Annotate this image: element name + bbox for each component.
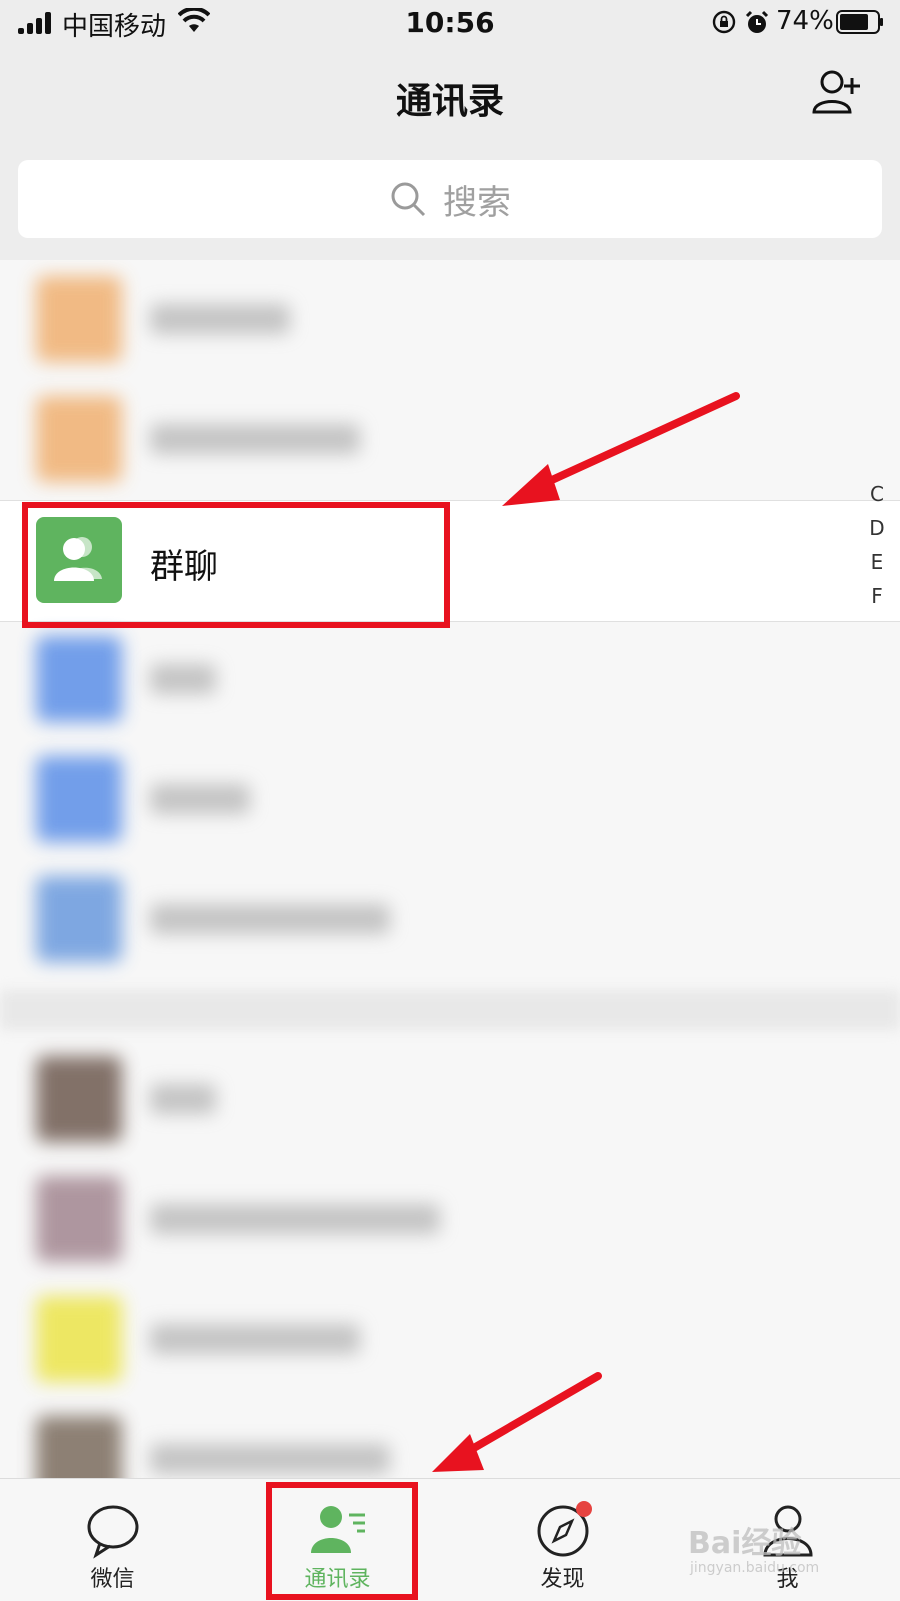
rotation-lock-icon	[712, 10, 736, 34]
avatar	[36, 1176, 122, 1262]
chat-bubble-icon	[87, 1505, 139, 1559]
index-letter[interactable]: E	[862, 550, 892, 574]
tab-chats[interactable]: 微信	[0, 1479, 225, 1601]
section-header	[0, 990, 900, 1030]
page-title: 通讯录	[395, 81, 504, 122]
avatar	[36, 876, 122, 962]
contact-list[interactable]: 群聊	[0, 260, 900, 1478]
list-item[interactable]	[0, 860, 900, 980]
avatar	[36, 1056, 122, 1142]
add-contact-icon[interactable]	[808, 64, 864, 120]
avatar	[36, 396, 122, 482]
search-icon	[391, 182, 426, 217]
search-placeholder: 搜索	[443, 182, 511, 223]
highlight-box	[266, 1482, 418, 1600]
list-item[interactable]	[0, 1400, 900, 1478]
list-item[interactable]	[0, 1040, 900, 1160]
alarm-icon	[745, 10, 769, 33]
list-item[interactable]	[0, 620, 900, 740]
index-letter[interactable]: D	[862, 516, 892, 540]
status-bar: 中国移动 10:56 74%	[0, 0, 900, 46]
battery-percentage: 74%	[776, 6, 834, 36]
watermark: Bai经验	[688, 1526, 802, 1561]
tab-label: 发现	[540, 1567, 585, 1592]
list-item[interactable]	[0, 260, 900, 380]
search-bar[interactable]: 搜索	[18, 160, 882, 238]
avatar	[36, 1296, 122, 1382]
nav-bar: 通讯录	[0, 46, 900, 150]
highlight-box	[22, 502, 450, 628]
list-item[interactable]	[0, 380, 900, 500]
notification-badge	[576, 1501, 592, 1517]
avatar	[36, 276, 122, 362]
tab-label: 微信	[90, 1567, 135, 1592]
battery-icon	[836, 10, 883, 34]
avatar	[36, 1416, 122, 1478]
avatar	[36, 636, 122, 722]
index-letter[interactable]: C	[862, 482, 892, 506]
tab-discover[interactable]: 发现	[450, 1479, 675, 1601]
avatar	[36, 756, 122, 842]
list-item[interactable]	[0, 1280, 900, 1400]
watermark-url: jingyan.baidu.com	[690, 1560, 820, 1576]
list-item[interactable]	[0, 740, 900, 860]
list-item[interactable]	[0, 1160, 900, 1280]
index-letter[interactable]: F	[862, 584, 892, 608]
